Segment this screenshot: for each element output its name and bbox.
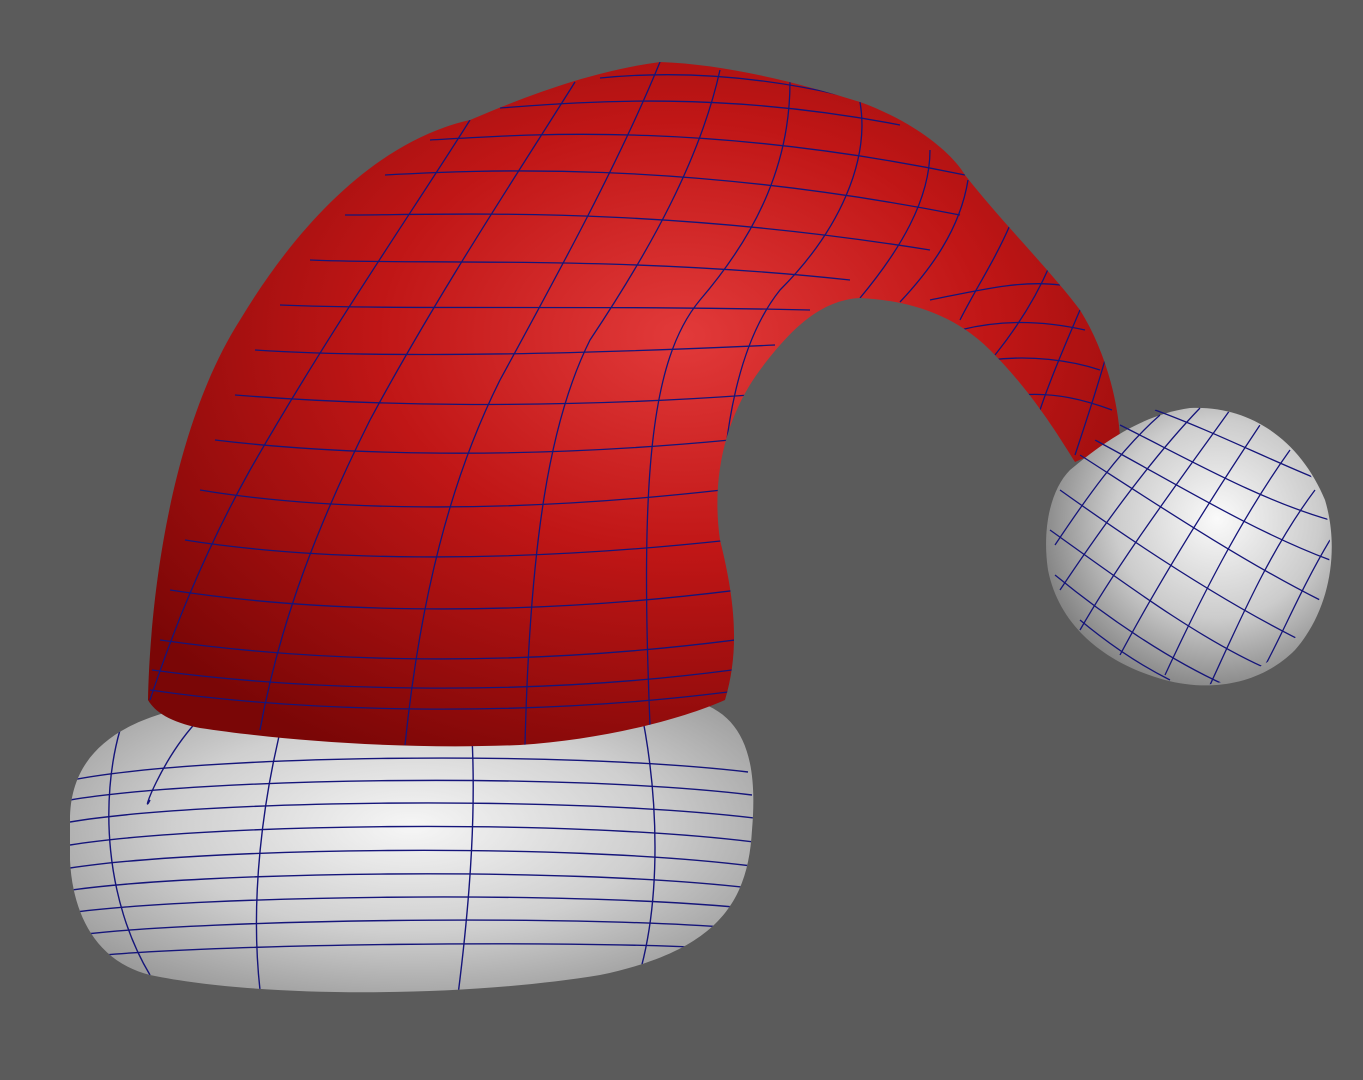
viewport-scene[interactable] [0, 0, 1363, 1080]
3d-viewport[interactable] [0, 0, 1363, 1080]
